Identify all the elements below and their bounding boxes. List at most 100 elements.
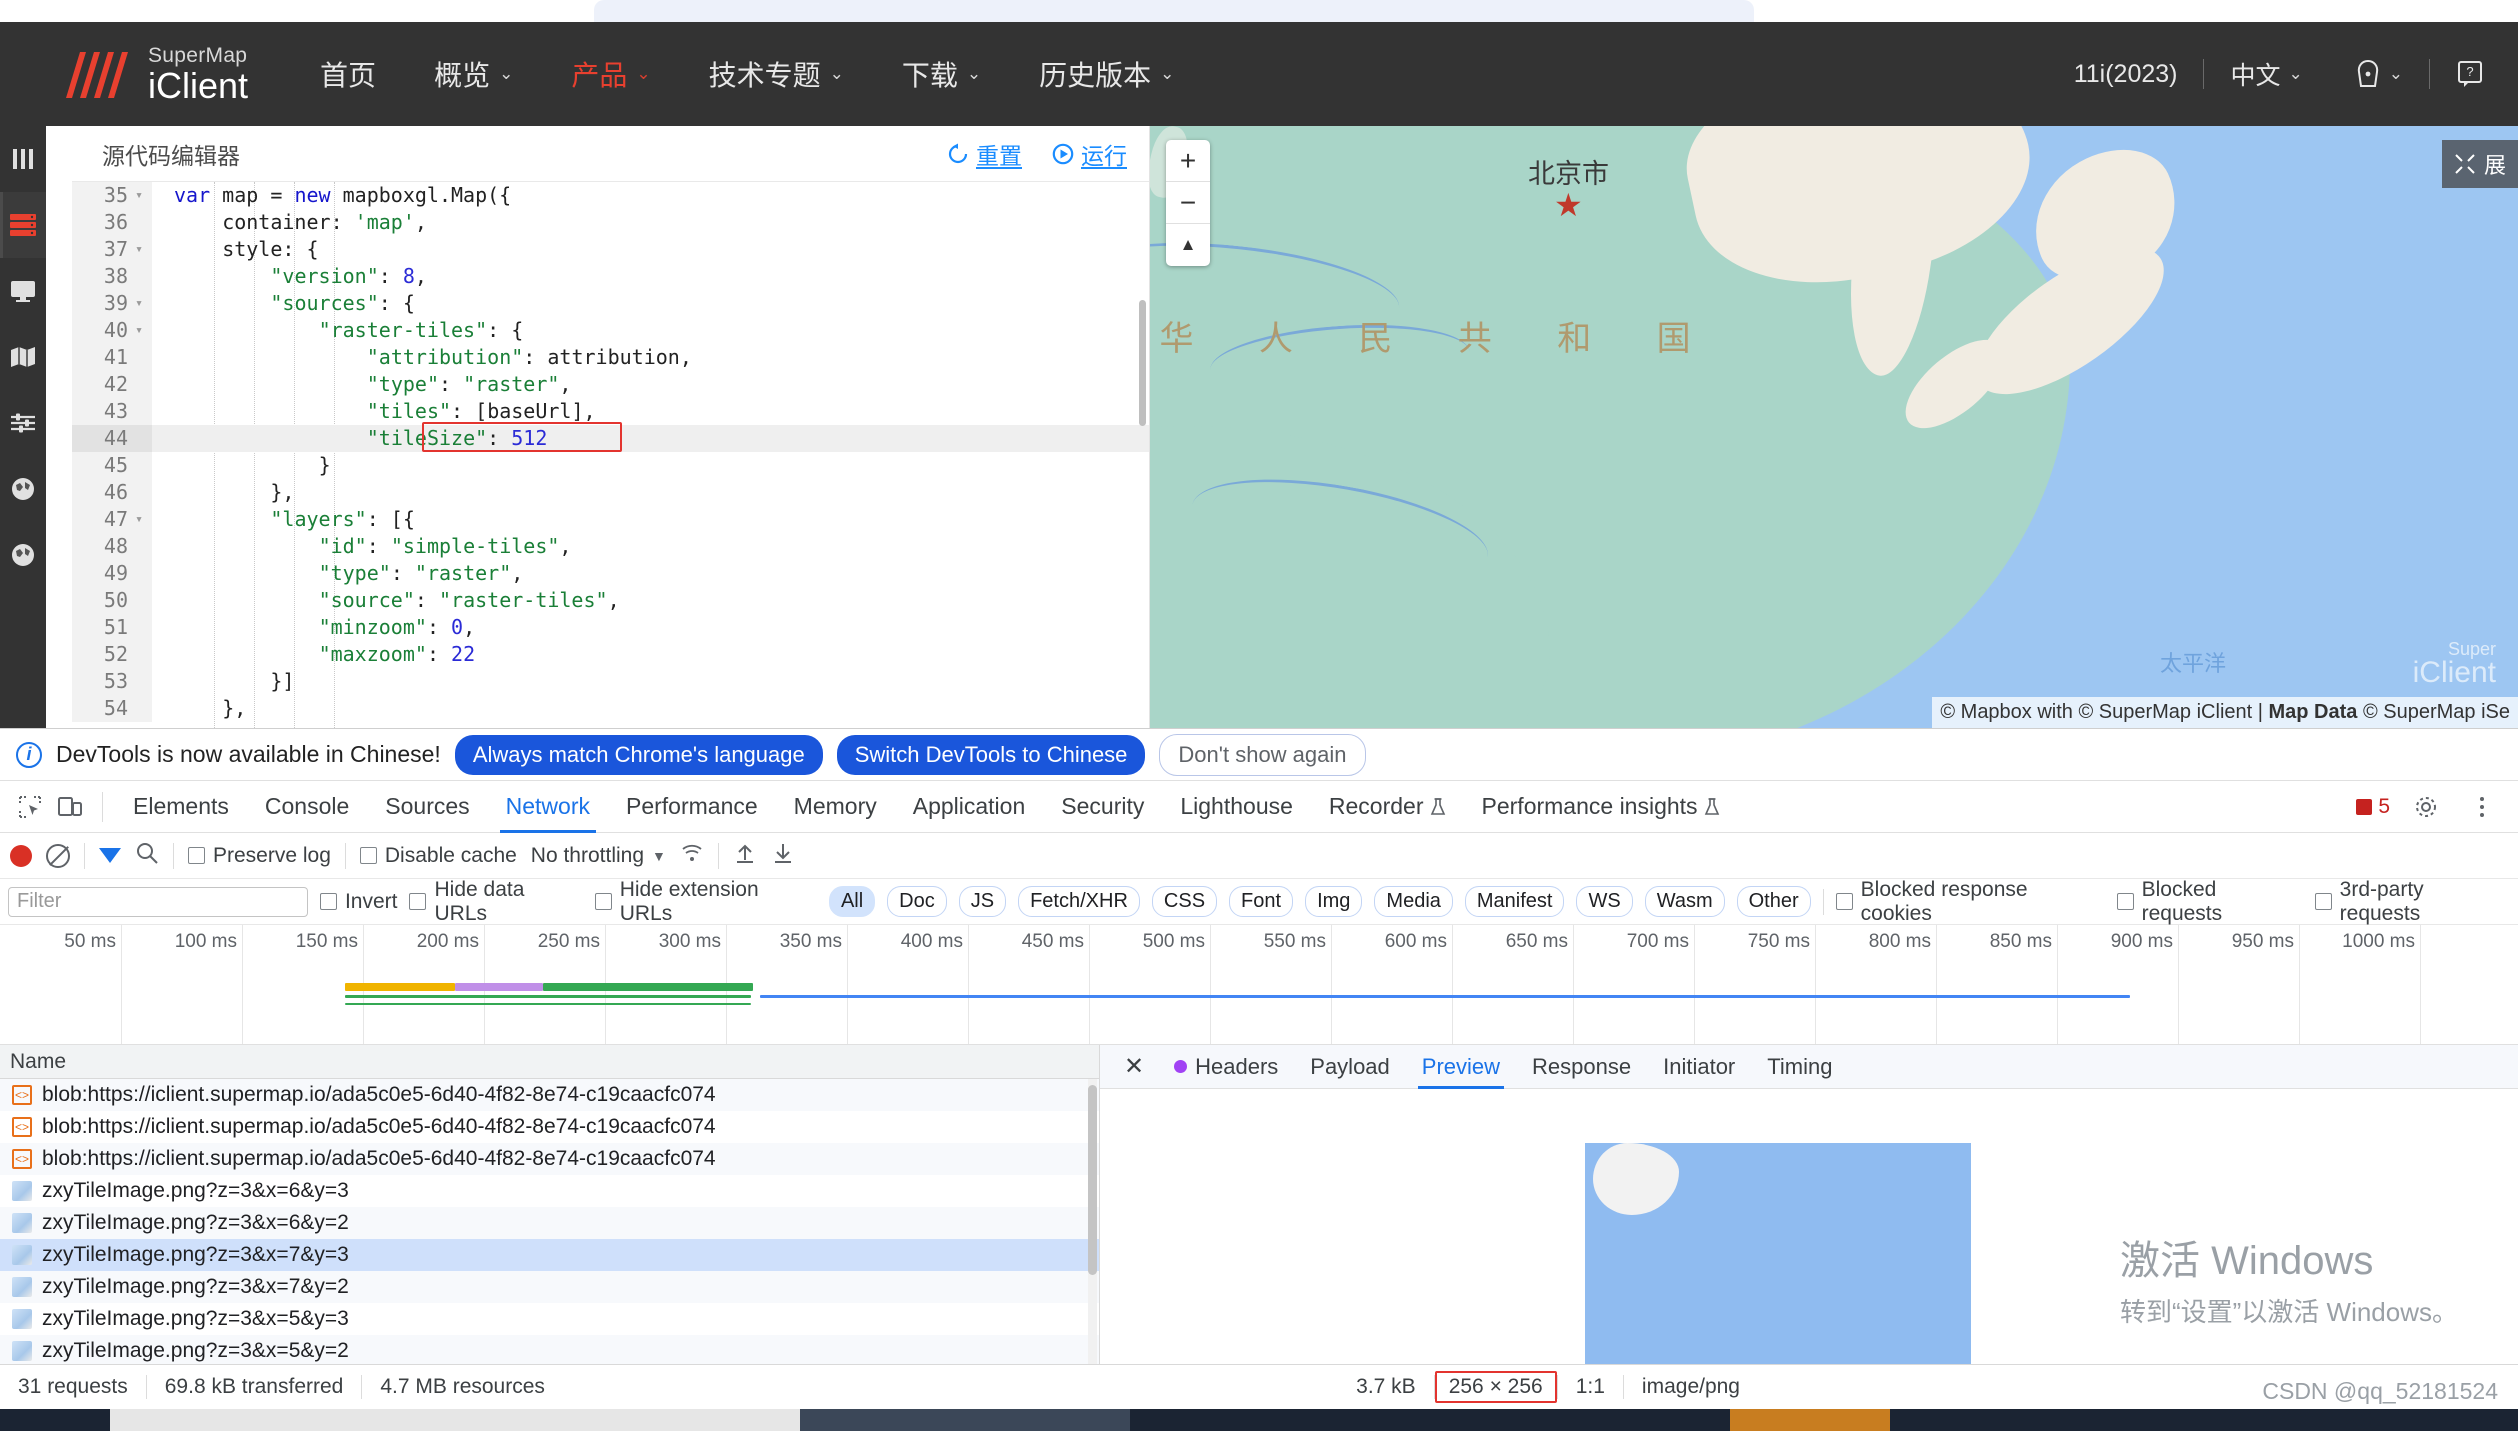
logo[interactable]: SuperMap iClient bbox=[62, 45, 248, 104]
throttling-select[interactable]: No throttling ▼ bbox=[531, 844, 666, 868]
zoom-in-button[interactable]: + bbox=[1166, 140, 1210, 182]
request-row[interactable]: zxyTileImage.png?z=3&x=5&y=2 bbox=[0, 1335, 1099, 1367]
request-row[interactable]: <> blob:https://iclient.supermap.io/ada5c… bbox=[0, 1079, 1099, 1111]
detail-tab-headers[interactable]: Headers bbox=[1158, 1045, 1294, 1089]
code-line[interactable]: 41▾ "attribution": attribution, bbox=[72, 344, 1149, 371]
fold-arrow-icon[interactable]: ▾ bbox=[133, 182, 145, 209]
code-line[interactable]: 49▾ "type": "raster", bbox=[72, 560, 1149, 587]
reset-button[interactable]: 重置 bbox=[947, 137, 1022, 171]
rail-item-globe2[interactable] bbox=[0, 522, 46, 588]
detail-tab-initiator[interactable]: Initiator bbox=[1647, 1045, 1751, 1089]
type-filter-ws[interactable]: WS bbox=[1576, 886, 1633, 917]
run-button[interactable]: 运行 bbox=[1052, 137, 1127, 171]
code-line[interactable]: 50▾ "source": "raster-tiles", bbox=[72, 587, 1149, 614]
type-filter-img[interactable]: Img bbox=[1305, 886, 1363, 917]
language-selector[interactable]: 中文 ⌄ bbox=[2204, 56, 2328, 92]
zoom-out-button[interactable]: − bbox=[1166, 182, 1210, 224]
request-row[interactable]: zxyTileImage.png?z=3&x=5&y=3 bbox=[0, 1303, 1099, 1335]
type-filter-fetch-xhr[interactable]: Fetch/XHR bbox=[1018, 886, 1140, 917]
request-row[interactable]: zxyTileImage.png?z=3&x=7&y=2 bbox=[0, 1271, 1099, 1303]
fold-arrow-icon[interactable]: ▾ bbox=[133, 317, 145, 344]
invert-checkbox[interactable]: Invert bbox=[319, 890, 397, 914]
hide-extension-urls-checkbox[interactable]: Hide extension URLs bbox=[594, 878, 817, 926]
rail-item-bars[interactable] bbox=[0, 126, 46, 192]
request-list[interactable]: Name <> blob:https://iclient.supermap.io/… bbox=[0, 1045, 1100, 1394]
rail-item-map[interactable] bbox=[0, 324, 46, 390]
rail-item-server[interactable] bbox=[0, 192, 46, 258]
tab-security[interactable]: Security bbox=[1043, 781, 1162, 833]
detail-tab-timing[interactable]: Timing bbox=[1751, 1045, 1848, 1089]
detail-tab-response[interactable]: Response bbox=[1516, 1045, 1647, 1089]
nav-item-tech-topics[interactable]: 技术专题 ⌄ bbox=[709, 54, 844, 94]
code-line[interactable]: 52▾ "maxzoom": 22 bbox=[72, 641, 1149, 668]
type-filter-css[interactable]: CSS bbox=[1151, 886, 1218, 917]
code-line[interactable]: 47 ▾ "layers": [{ bbox=[72, 506, 1149, 533]
rail-item-globe[interactable] bbox=[0, 456, 46, 522]
tab-elements[interactable]: Elements bbox=[115, 781, 247, 833]
tab-sources[interactable]: Sources bbox=[367, 781, 487, 833]
export-har-icon[interactable] bbox=[771, 841, 795, 870]
request-row[interactable]: <> blob:https://iclient.supermap.io/ada5c… bbox=[0, 1143, 1099, 1175]
network-overview-timeline[interactable]: 50 ms 100 ms 150 ms 200 ms 250 ms 300 ms 350 m… bbox=[0, 925, 2518, 1045]
type-filter-js[interactable]: JS bbox=[958, 886, 1007, 917]
code-line[interactable]: 45▾ } bbox=[72, 452, 1149, 479]
detail-tab-payload[interactable]: Payload bbox=[1294, 1045, 1406, 1089]
hide-data-urls-checkbox[interactable]: Hide data URLs bbox=[409, 878, 582, 926]
preserve-log-checkbox[interactable]: Preserve log bbox=[188, 844, 331, 868]
request-row[interactable]: zxyTileImage.png?z=3&x=6&y=2 bbox=[0, 1207, 1099, 1239]
rail-item-sliders[interactable] bbox=[0, 390, 46, 456]
help-button[interactable]: ? bbox=[2430, 59, 2510, 89]
rail-item-monitor[interactable] bbox=[0, 258, 46, 324]
code-area[interactable]: 35▾var map = new mapboxgl.Map({36▾ conta… bbox=[72, 182, 1149, 728]
request-row[interactable]: zxyTileImage.png?z=3&x=7&y=3 bbox=[0, 1239, 1099, 1271]
code-line[interactable]: 39 ▾ "sources": { bbox=[72, 290, 1149, 317]
browser-tab-stub[interactable] bbox=[594, 0, 1754, 22]
nav-item-download[interactable]: 下载 ⌄ bbox=[902, 54, 981, 94]
dont-show-again-button[interactable]: Don't show again bbox=[1159, 733, 1366, 776]
type-filter-other[interactable]: Other bbox=[1736, 886, 1811, 917]
code-line[interactable]: 51▾ "minzoom": 0, bbox=[72, 614, 1149, 641]
tab-memory[interactable]: Memory bbox=[776, 781, 895, 833]
error-count-badge[interactable]: 5 bbox=[2356, 795, 2390, 819]
tab-application[interactable]: Application bbox=[895, 781, 1044, 833]
disable-cache-checkbox[interactable]: Disable cache bbox=[359, 844, 517, 868]
request-scrollbar[interactable] bbox=[1088, 1085, 1097, 1275]
code-line[interactable]: 42▾ "type": "raster", bbox=[72, 371, 1149, 398]
tab-performance-insights[interactable]: Performance insights bbox=[1464, 781, 1738, 833]
code-line[interactable]: 44▾ "tileSize": 512 bbox=[72, 425, 1149, 452]
map-preview[interactable]: 北京市 ★ 中 华 人 民 共 和 国 太平洋 + − ▲ 展 Super iC… bbox=[1150, 126, 2518, 728]
search-icon[interactable] bbox=[135, 841, 159, 870]
code-line[interactable]: 38▾ "version": 8, bbox=[72, 263, 1149, 290]
compass-button[interactable]: ▲ bbox=[1166, 224, 1210, 266]
code-line[interactable]: 40 ▾ "raster-tiles": { bbox=[72, 317, 1149, 344]
detail-tab-preview[interactable]: Preview bbox=[1406, 1045, 1516, 1089]
tab-lighthouse[interactable]: Lighthouse bbox=[1162, 781, 1311, 833]
type-filter-manifest[interactable]: Manifest bbox=[1464, 886, 1565, 917]
tab-recorder[interactable]: Recorder bbox=[1311, 781, 1464, 833]
code-line[interactable]: 46▾ }, bbox=[72, 479, 1149, 506]
expand-button[interactable]: 展 bbox=[2441, 140, 2518, 188]
more-options-icon[interactable] bbox=[2462, 787, 2502, 827]
code-line[interactable]: 37 ▾ style: { bbox=[72, 236, 1149, 263]
editor-scrollbar[interactable] bbox=[1139, 300, 1146, 426]
request-row[interactable]: zxyTileImage.png?z=3&x=6&y=3 bbox=[0, 1175, 1099, 1207]
filter-input[interactable]: Filter bbox=[8, 886, 308, 917]
inspect-element-icon[interactable] bbox=[10, 787, 50, 827]
code-line[interactable]: 35 ▾ var map = new mapboxgl.Map({ bbox=[72, 182, 1149, 209]
type-filter-font[interactable]: Font bbox=[1229, 886, 1294, 917]
code-line[interactable]: 53▾ }] bbox=[72, 668, 1149, 695]
third-party-requests-checkbox[interactable]: 3rd-party requests bbox=[2314, 878, 2510, 926]
code-line[interactable]: 36▾ container: 'map', bbox=[72, 209, 1149, 236]
nav-item-history-versions[interactable]: 历史版本 ⌄ bbox=[1039, 54, 1174, 94]
code-line[interactable]: 54▾ }, bbox=[72, 695, 1149, 722]
code-line[interactable]: 48▾ "id": "simple-tiles", bbox=[72, 533, 1149, 560]
import-har-icon[interactable] bbox=[733, 841, 757, 870]
fold-arrow-icon[interactable]: ▾ bbox=[133, 290, 145, 317]
type-filter-doc[interactable]: Doc bbox=[887, 886, 947, 917]
nav-item-overview[interactable]: 概览 ⌄ bbox=[434, 54, 513, 94]
settings-gear-icon[interactable] bbox=[2406, 787, 2446, 827]
type-filter-all[interactable]: All bbox=[828, 886, 876, 917]
device-toolbar-icon[interactable] bbox=[50, 787, 90, 827]
version-selector[interactable]: 11i(2023) bbox=[2048, 60, 2204, 89]
type-filter-wasm[interactable]: Wasm bbox=[1644, 886, 1725, 917]
